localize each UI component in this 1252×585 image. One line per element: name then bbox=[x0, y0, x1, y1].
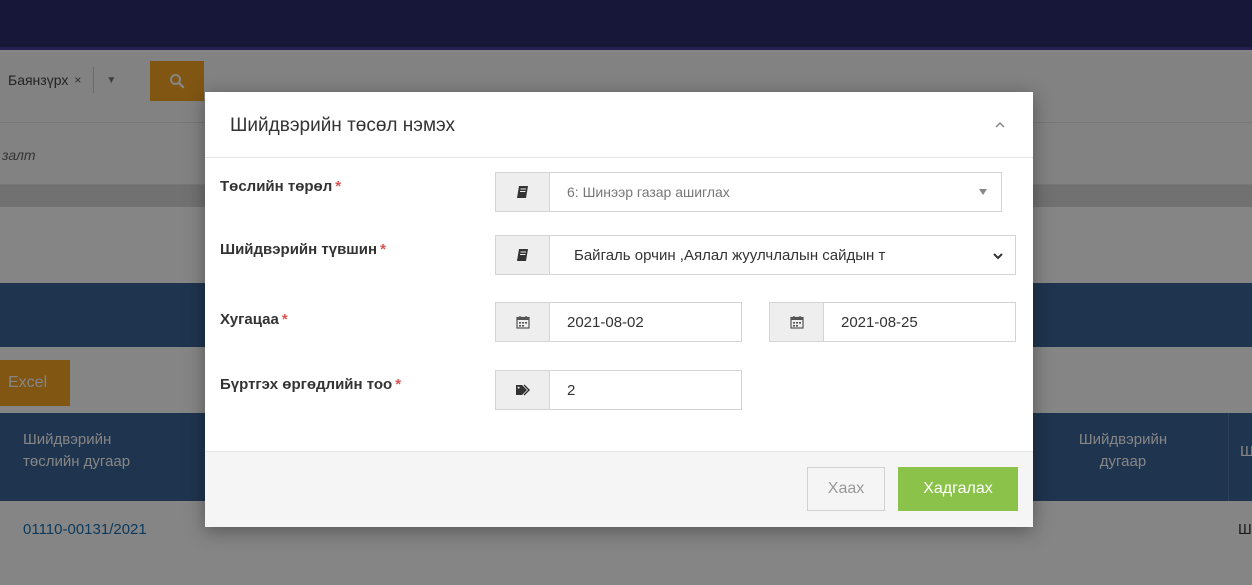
application-count-input[interactable]: 2 bbox=[495, 370, 742, 410]
deadline-label: Хугацаа * bbox=[220, 311, 288, 328]
required-mark: * bbox=[395, 376, 402, 393]
tags-icon bbox=[496, 371, 550, 409]
close-button[interactable]: Хаах bbox=[807, 467, 885, 511]
project-type-select[interactable]: 6: Шинээр газар ашиглах bbox=[495, 172, 1002, 212]
decision-level-select[interactable]: Байгаль орчин ,Аялал жуулчлалын сайдын т bbox=[495, 235, 1016, 275]
modal-header: Шийдвэрийн төсөл нэмэх bbox=[205, 92, 1033, 158]
label-text: Бүртгэх өргөдлийн тоо bbox=[220, 376, 393, 393]
save-button[interactable]: Хадгалах bbox=[898, 467, 1018, 511]
end-date-value[interactable]: 2021-08-25 bbox=[824, 303, 1015, 341]
modal-footer: Хаах Хадгалах bbox=[205, 451, 1033, 527]
project-type-value[interactable]: 6: Шинээр газар ашиглах bbox=[550, 173, 1001, 211]
caret-down-icon[interactable] bbox=[979, 189, 987, 195]
label-text: Шийдвэрийн түвшин bbox=[220, 241, 378, 258]
application-count-value[interactable]: 2 bbox=[550, 371, 741, 409]
chevron-up-icon[interactable] bbox=[993, 118, 1007, 132]
end-date-input[interactable]: 2021-08-25 bbox=[769, 302, 1016, 342]
book-icon bbox=[496, 236, 550, 274]
chevron-down-icon[interactable] bbox=[991, 249, 1005, 263]
decision-level-label: Шийдвэрийн түвшин * bbox=[220, 241, 386, 258]
project-type-label: Төслийн төрөл * bbox=[220, 178, 341, 195]
required-mark: * bbox=[380, 241, 386, 258]
start-date-input[interactable]: 2021-08-02 bbox=[495, 302, 742, 342]
modal-title: Шийдвэрийн төсөл нэмэх bbox=[230, 115, 456, 136]
book-icon bbox=[496, 173, 550, 211]
add-decision-project-modal: Шийдвэрийн төсөл нэмэх Төслийн төрөл * 6:… bbox=[205, 92, 1033, 527]
decision-level-value[interactable]: Байгаль орчин ,Аялал жуулчлалын сайдын т bbox=[550, 236, 1015, 274]
calendar-icon[interactable] bbox=[770, 303, 824, 341]
application-count-label: Бүртгэх өргөдлийн тоо * bbox=[220, 376, 401, 393]
calendar-icon[interactable] bbox=[496, 303, 550, 341]
required-mark: * bbox=[281, 311, 288, 328]
label-text: Хугацаа bbox=[220, 311, 279, 328]
required-mark: * bbox=[335, 178, 342, 195]
modal-body: Төслийн төрөл * 6: Шинээр газар ашиглах Ш… bbox=[205, 158, 1033, 451]
label-text: Төслийн төрөл bbox=[220, 178, 333, 195]
start-date-value[interactable]: 2021-08-02 bbox=[550, 303, 741, 341]
